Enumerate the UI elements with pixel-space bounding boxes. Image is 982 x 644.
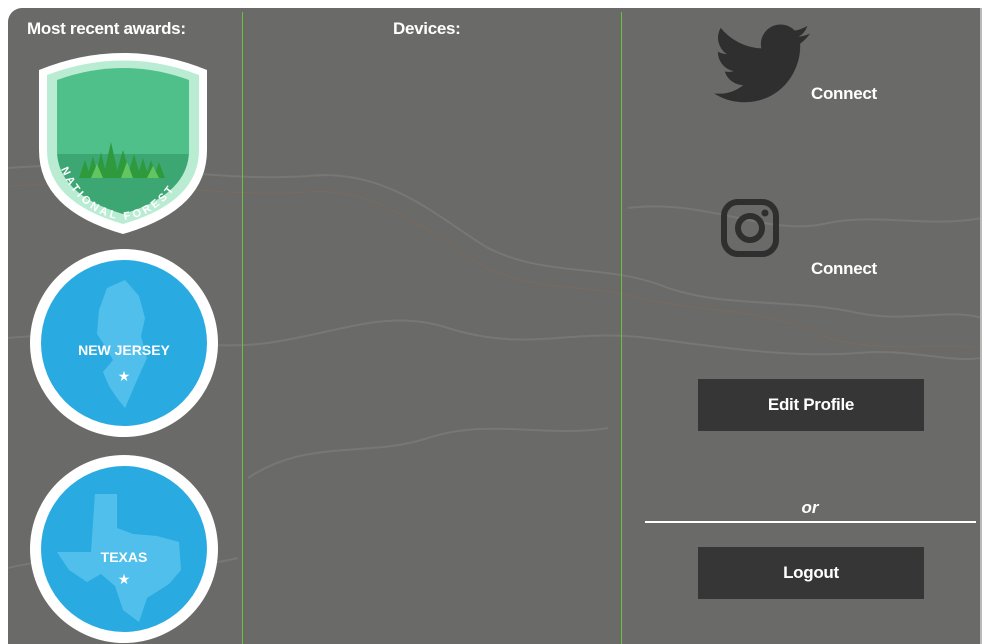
award-badge-national-forest[interactable]: NATIONAL FOREST bbox=[35, 42, 211, 234]
column-divider-left bbox=[242, 12, 243, 644]
or-separator-text: or bbox=[801, 498, 819, 517]
column-divider-right bbox=[621, 12, 622, 644]
twitter-connect-link[interactable]: Connect bbox=[811, 84, 877, 104]
award-badge-new-jersey[interactable]: NEW JERSEY ★ bbox=[29, 248, 219, 438]
instagram-connect-link[interactable]: Connect bbox=[811, 259, 877, 279]
star-icon: ★ bbox=[118, 369, 131, 385]
award-badge-texas[interactable]: TEXAS ★ bbox=[29, 454, 219, 644]
new-jersey-badge-text: NEW JERSEY bbox=[78, 342, 170, 358]
twitter-bird-icon[interactable] bbox=[713, 24, 811, 104]
star-icon: ★ bbox=[118, 572, 131, 588]
instagram-icon[interactable] bbox=[720, 198, 780, 258]
logout-button[interactable]: Logout bbox=[698, 547, 924, 599]
awards-heading: Most recent awards: bbox=[27, 19, 186, 38]
devices-heading: Devices: bbox=[393, 19, 461, 38]
profile-panel: Most recent awards: NATIONAL FOREST NEW … bbox=[8, 8, 982, 644]
edit-profile-button[interactable]: Edit Profile bbox=[698, 379, 924, 431]
separator-line bbox=[645, 521, 976, 523]
texas-badge-text: TEXAS bbox=[101, 549, 148, 565]
